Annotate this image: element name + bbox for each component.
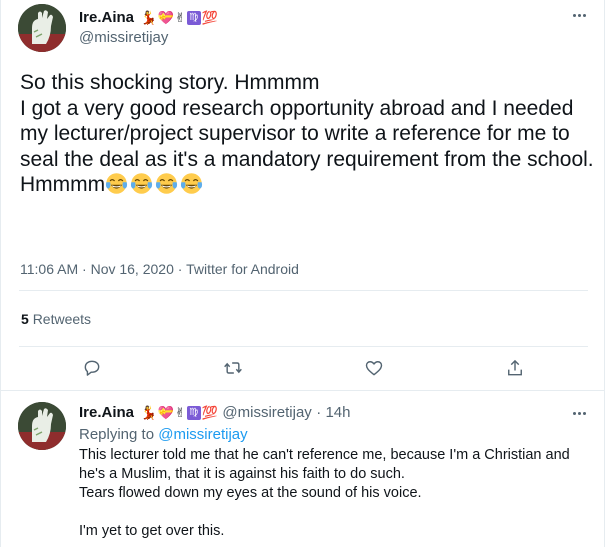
name-badges: 💃 💝 ✌ ♍ 💯 [140, 8, 217, 27]
tweet-date: Nov 16, 2020 [90, 261, 174, 277]
replying-to: Replying to @missiretijay [79, 426, 248, 443]
tweet-text: So this shocking story. Hmmmm I got a ve… [20, 70, 595, 198]
reply-tweet[interactable]: Ire.Aina 💃 💝 ✌ ♍ 💯 @missiretijay · 14h R… [1, 390, 605, 547]
tweet-time: 11:06 AM [20, 261, 79, 277]
author-display-name[interactable]: Ire.Aina [79, 8, 134, 27]
divider [19, 290, 588, 291]
more-options-button[interactable] [568, 404, 590, 422]
reply-avatar[interactable] [18, 402, 66, 450]
reply-age[interactable]: 14h [325, 404, 350, 421]
author-handle[interactable]: @missiretijay [79, 28, 218, 47]
like-button[interactable] [360, 354, 388, 382]
reply-header: Ire.Aina 💃 💝 ✌ ♍ 💯 @missiretijay · 14h [79, 403, 350, 422]
retweet-icon [224, 362, 242, 374]
retweet-button[interactable] [219, 354, 247, 382]
face-with-tears-of-joy-icon [131, 173, 153, 195]
dot-icon [572, 411, 576, 415]
author-block: Ire.Aina 💃 💝 ✌ ♍ 💯 @missiretijay [79, 8, 218, 47]
tweet-header: Ire.Aina 💃 💝 ✌ ♍ 💯 @missiretijay [1, 0, 605, 62]
face-with-tears-of-joy-icon [181, 173, 203, 195]
tweet-time-link[interactable]: 11:06 AM · Nov 16, 2020 [20, 261, 174, 277]
emoji-row [105, 173, 205, 196]
tweet-line-3: Hmmmm [20, 173, 106, 197]
meta-separator: · [177, 261, 187, 277]
tweet-line-1: So this shocking story. Hmmmm [20, 71, 320, 94]
share-icon [508, 359, 522, 376]
share-button[interactable] [501, 354, 529, 382]
heart-with-ribbon-emoji-icon: 💝 [157, 405, 174, 420]
dancer-emoji-icon: 💃 [140, 10, 157, 25]
dot-icon [582, 411, 586, 415]
tweet-line-2: I got a very good research opportunity a… [20, 96, 594, 171]
dot-icon [582, 13, 586, 17]
like-icon [365, 361, 383, 376]
reply-icon [84, 360, 100, 376]
tweet-meta: 11:06 AM · Nov 16, 2020 · Twitter for An… [20, 261, 299, 277]
virgo-emoji-icon: ♍ [186, 405, 201, 420]
reply-author-handle[interactable]: @missiretijay [222, 404, 311, 421]
retweet-label: Retweets [32, 311, 92, 327]
heart-with-ribbon-emoji-icon: 💝 [157, 10, 174, 25]
reply-line-2: Tears flowed down my eyes at the sound o… [79, 485, 422, 501]
reply-line-1: This lecturer told me that he can't refe… [79, 447, 570, 482]
retweets-stat[interactable]: 5 Retweets [21, 311, 91, 327]
name-badges: 💃 💝 ✌ ♍ 💯 [140, 403, 217, 422]
dancer-emoji-icon: 💃 [140, 405, 157, 420]
virgo-emoji-icon: ♍ [186, 10, 201, 25]
hundred-points-emoji-icon: 💯 [201, 405, 218, 420]
reply-line-3 [79, 503, 589, 522]
victory-hand-emoji-icon: ✌ [174, 405, 186, 420]
replying-prefix: Replying to [79, 426, 155, 443]
face-with-tears-of-joy-icon [156, 173, 178, 195]
reply-text: This lecturer told me that he can't refe… [79, 446, 589, 541]
reply-line-4: I'm yet to get over this. [79, 523, 225, 539]
dot-icon [572, 13, 576, 17]
tweet-source-link[interactable]: Twitter for Android [186, 261, 299, 277]
avatar[interactable] [18, 4, 66, 52]
divider [19, 346, 588, 347]
replying-to-handle-link[interactable]: @missiretijay [158, 426, 247, 443]
hundred-points-emoji-icon: 💯 [201, 10, 218, 25]
tweet-action-bar [1, 354, 605, 382]
face-with-tears-of-joy-icon [106, 173, 128, 195]
reply-author-display-name[interactable]: Ire.Aina [79, 403, 134, 422]
dot-icon [577, 411, 581, 415]
dot-icon [577, 13, 581, 17]
victory-hand-emoji-icon: ✌ [174, 10, 186, 25]
reply-button[interactable] [78, 354, 106, 382]
more-options-button[interactable] [568, 6, 590, 24]
retweet-count: 5 [21, 311, 29, 327]
tweet-detail-page: Ire.Aina 💃 💝 ✌ ♍ 💯 @missiretijay So this… [0, 0, 605, 547]
